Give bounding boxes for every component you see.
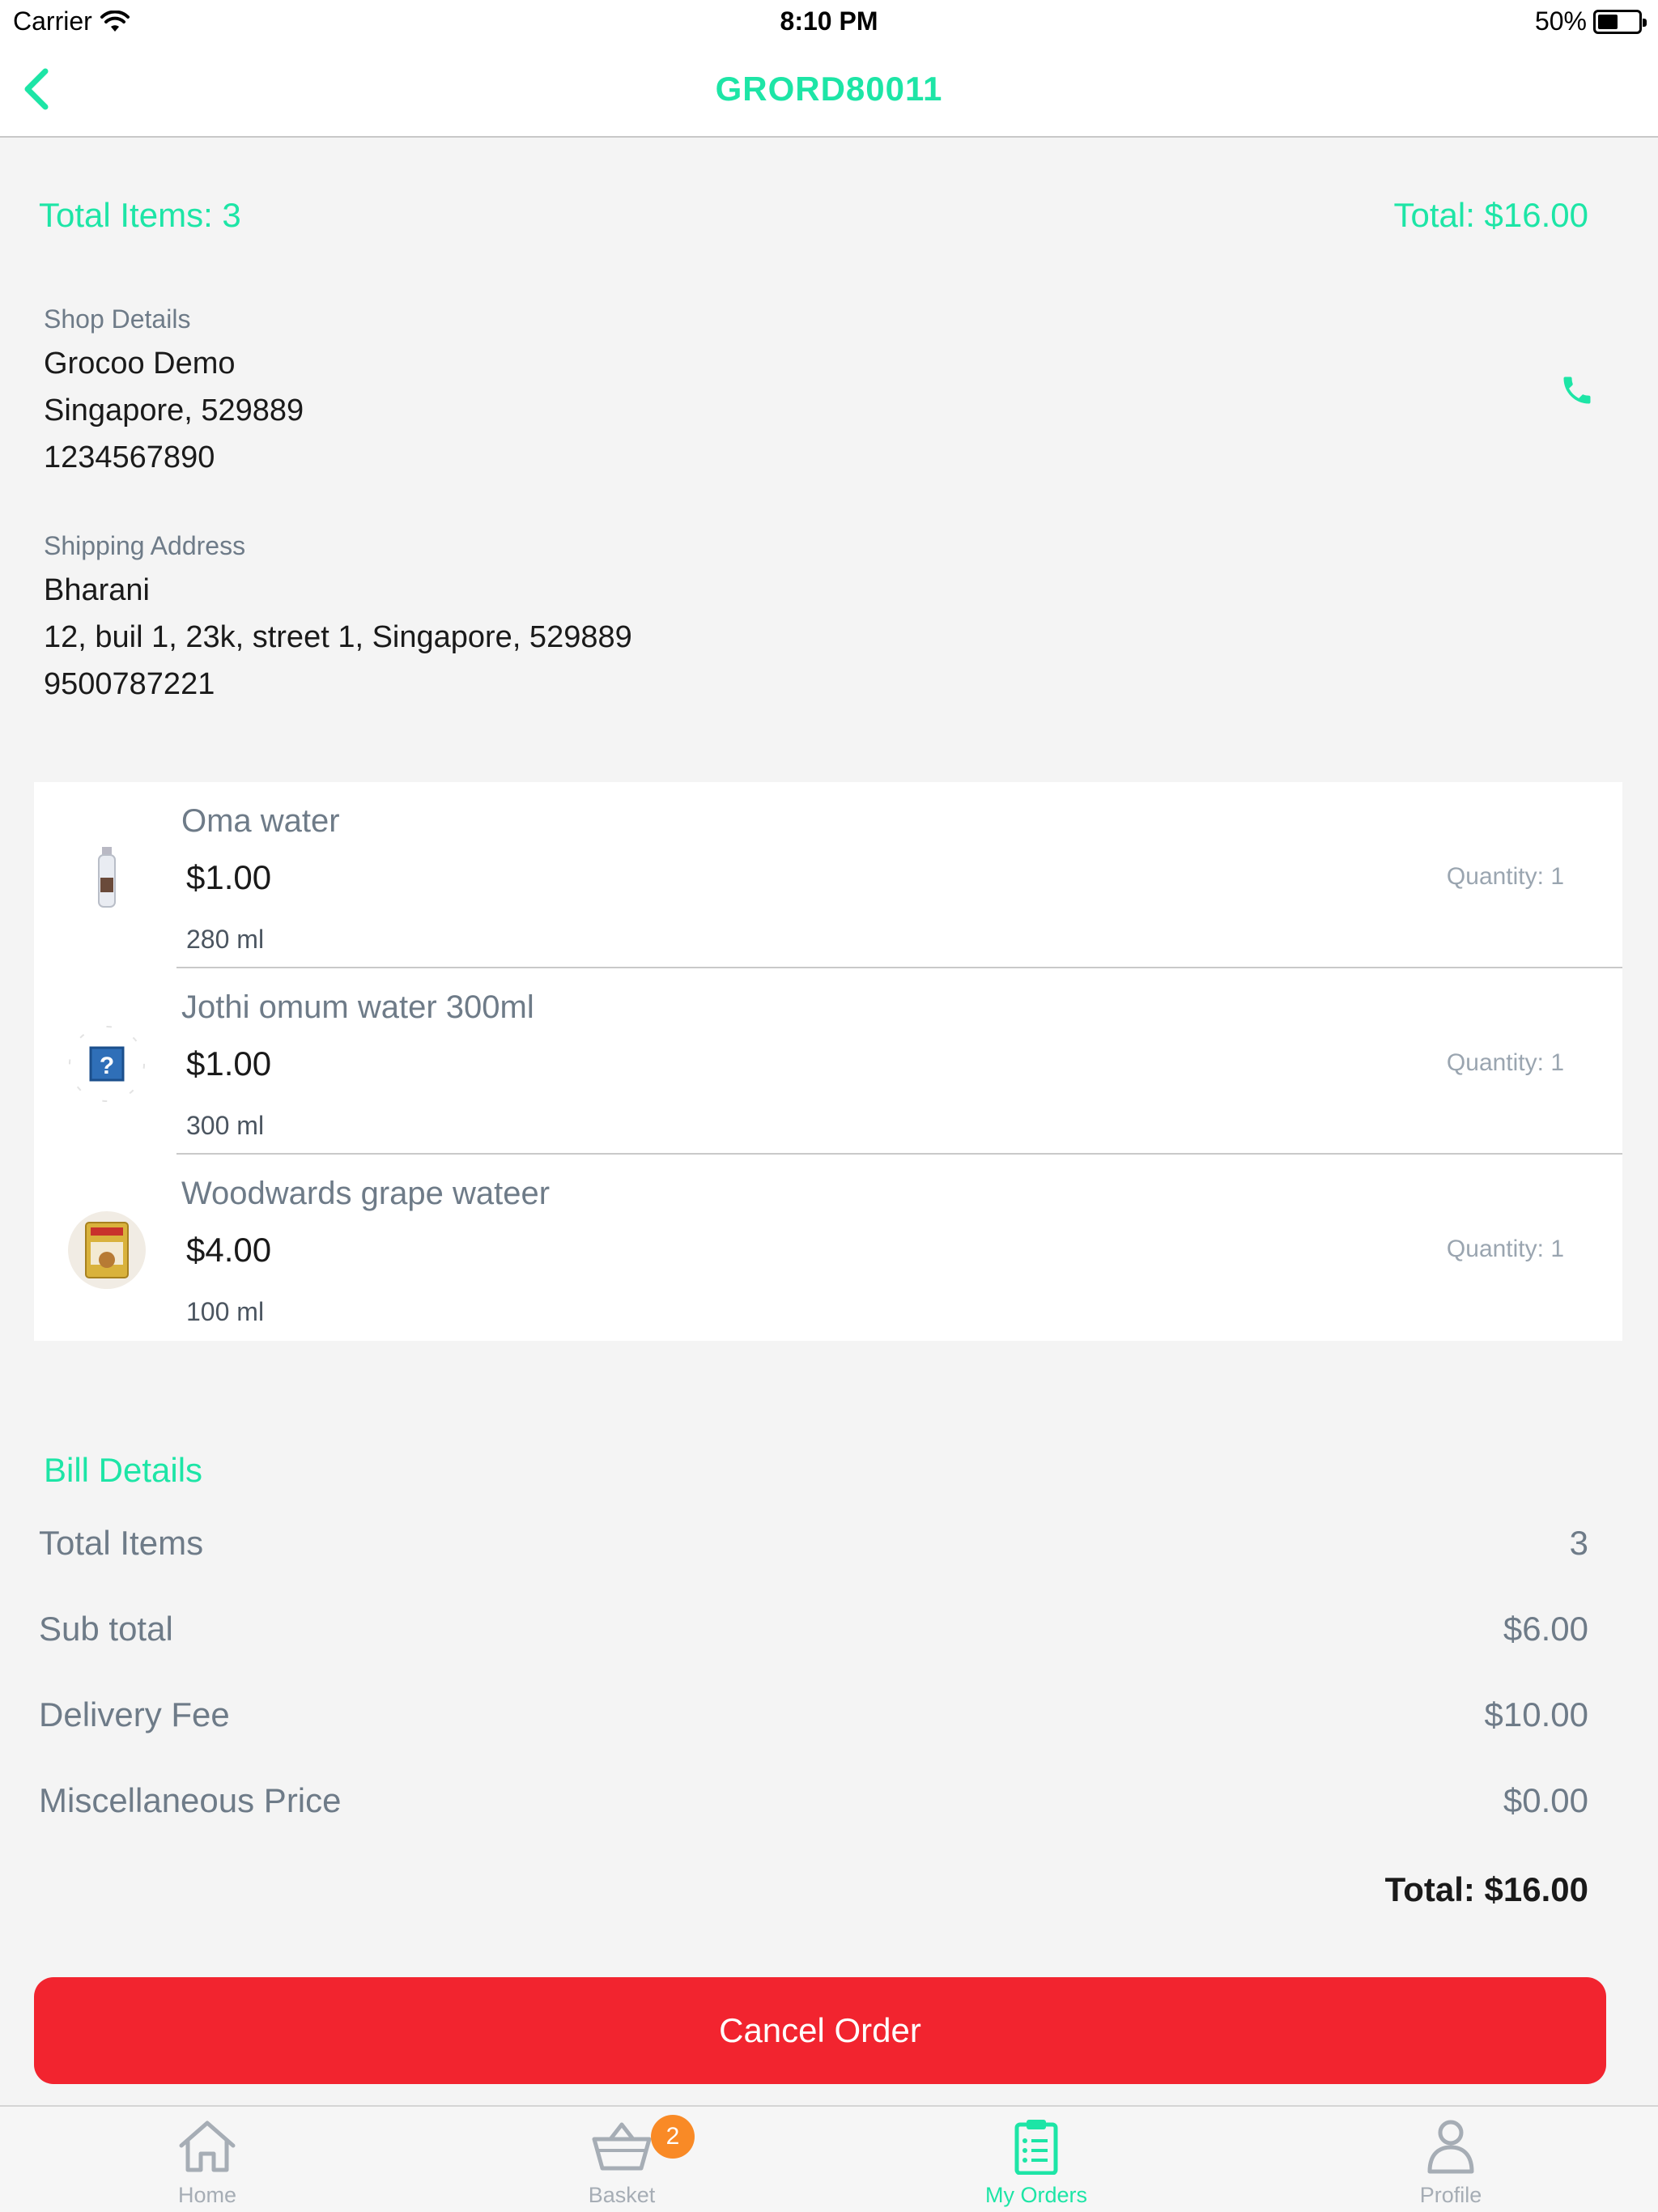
item-quantity: Quantity: 1 xyxy=(1446,863,1564,890)
clock: 8:10 PM xyxy=(780,6,878,36)
shipping-name: Bharani xyxy=(44,573,150,607)
basket-icon xyxy=(592,2122,652,2171)
basket-count-badge: 2 xyxy=(651,2115,695,2159)
bill-details-title: Bill Details xyxy=(44,1451,203,1489)
bill-label: Delivery Fee xyxy=(39,1695,230,1733)
shop-details-label: Shop Details xyxy=(44,304,191,334)
product-image: ? xyxy=(68,1025,146,1103)
shop-name: Grocoo Demo xyxy=(44,347,236,381)
tab-basket[interactable]: 2 Basket xyxy=(414,2107,829,2212)
item-unit: 100 ml xyxy=(186,1297,265,1326)
shipping-address-label: Shipping Address xyxy=(44,531,246,560)
bill-value: $0.00 xyxy=(1503,1781,1588,1819)
tab-bar: Home 2 Basket My Orders Profile xyxy=(0,2105,1658,2212)
shipping-address: 12, buil 1, 23k, street 1, Singapore, 52… xyxy=(44,620,632,654)
call-shop-button[interactable] xyxy=(1559,372,1595,408)
item-unit: 300 ml xyxy=(186,1111,265,1140)
battery-icon xyxy=(1593,9,1647,34)
item-unit: 280 ml xyxy=(186,925,265,954)
bill-total: Total: $16.00 xyxy=(1384,1870,1588,1908)
item-price: $1.00 xyxy=(186,1044,272,1083)
battery: 50% xyxy=(1534,6,1647,36)
order-items-list: Oma water $1.00 280 ml Quantity: 1 ? Jot… xyxy=(34,782,1622,1341)
bill-value: 3 xyxy=(1569,1524,1588,1562)
clipboard-icon xyxy=(1014,2120,1058,2175)
status-bar: Carrier 8:10 PM 50% xyxy=(0,0,1658,45)
tab-label: Profile xyxy=(1419,2183,1482,2207)
summary-total: Total: $16.00 xyxy=(1393,196,1588,234)
item-price: $1.00 xyxy=(186,858,272,896)
bill-label: Total Items xyxy=(39,1524,204,1562)
shop-phone: 1234567890 xyxy=(44,440,215,474)
cancel-order-button[interactable]: Cancel Order xyxy=(34,1977,1606,2084)
profile-icon xyxy=(1427,2120,1474,2174)
shipping-phone: 9500787221 xyxy=(44,667,215,701)
bill-row-total-items: Total Items 3 xyxy=(39,1524,1588,1572)
battery-percent: 50% xyxy=(1534,6,1587,36)
svg-text:?: ? xyxy=(100,1053,114,1079)
shop-location: Singapore, 529889 xyxy=(44,393,304,428)
bill-label: Sub total xyxy=(39,1610,173,1648)
product-image xyxy=(68,839,146,917)
tab-my-orders[interactable]: My Orders xyxy=(829,2107,1244,2212)
bill-row-sub-total: Sub total $6.00 xyxy=(39,1610,1588,1658)
bill-value: $6.00 xyxy=(1503,1610,1588,1648)
bill-row-misc-price: Miscellaneous Price $0.00 xyxy=(39,1781,1588,1830)
page-title: GRORD80011 xyxy=(715,70,943,108)
list-item[interactable]: ? Jothi omum water 300ml $1.00 300 ml Qu… xyxy=(34,968,1622,1155)
item-quantity: Quantity: 1 xyxy=(1446,1049,1564,1076)
summary-total-items: Total Items: 3 xyxy=(39,196,241,234)
list-item[interactable]: Oma water $1.00 280 ml Quantity: 1 xyxy=(34,782,1622,968)
tab-label: Basket xyxy=(588,2183,656,2207)
list-item[interactable]: Woodwards grape wateer $4.00 100 ml Quan… xyxy=(34,1155,1622,1341)
item-name: Jothi omum water 300ml xyxy=(181,989,534,1025)
item-price: $4.00 xyxy=(186,1231,272,1269)
bill-label: Miscellaneous Price xyxy=(39,1781,342,1819)
nav-bar: GRORD80011 xyxy=(0,45,1658,138)
bill-value: $10.00 xyxy=(1484,1695,1588,1733)
item-name: Oma water xyxy=(181,803,340,839)
bill-row-delivery-fee: Delivery Fee $10.00 xyxy=(39,1695,1588,1744)
item-quantity: Quantity: 1 xyxy=(1446,1236,1564,1262)
product-image xyxy=(68,1211,146,1289)
item-name: Woodwards grape wateer xyxy=(181,1176,551,1211)
tab-label: Home xyxy=(177,2183,237,2207)
phone-icon xyxy=(1563,376,1591,404)
home-icon xyxy=(179,2121,236,2172)
tab-label: My Orders xyxy=(984,2183,1087,2207)
tab-home[interactable]: Home xyxy=(0,2107,414,2212)
tab-profile[interactable]: Profile xyxy=(1244,2107,1658,2212)
